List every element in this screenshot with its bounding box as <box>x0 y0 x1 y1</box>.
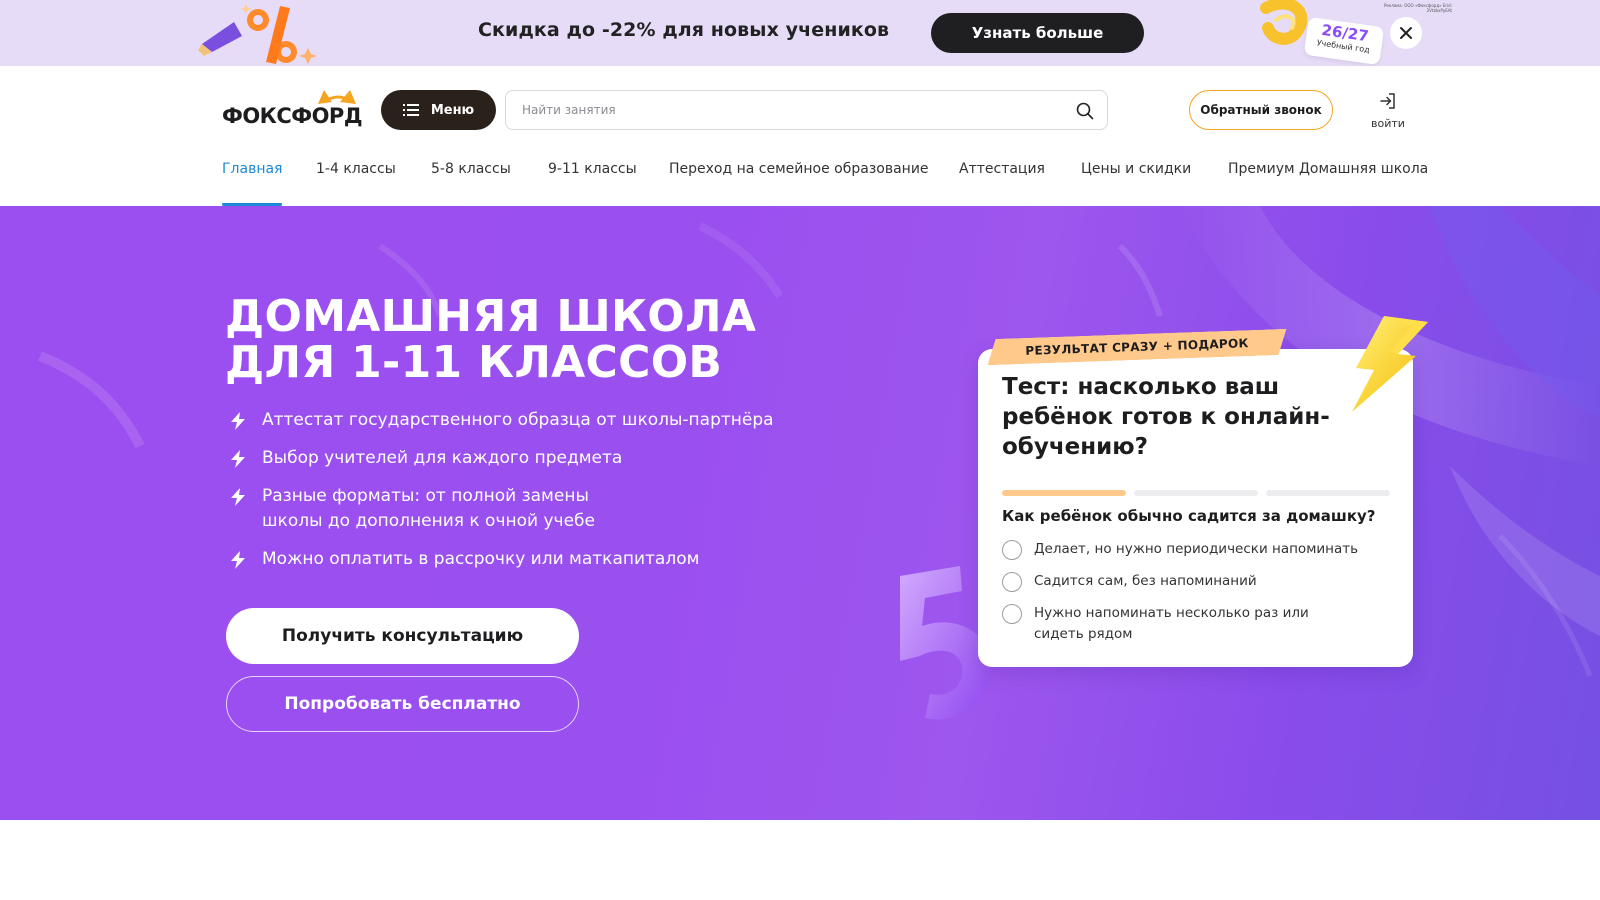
nav-item-grades-5-8[interactable]: 5-8 классы <box>431 160 511 206</box>
lightning-3d-icon <box>1352 316 1428 412</box>
promo-legal-text: Реклама. ООО «Фоксфорд» Erid: 2VtzbxPyEA… <box>1383 3 1452 13</box>
login-icon <box>1380 93 1395 109</box>
hero-features-list: Аттестат государственного образца от шко… <box>228 408 788 585</box>
callback-button[interactable]: Обратный звонок <box>1189 90 1333 130</box>
promo-banner: Скидка до -22% для новых учеников Узнать… <box>0 0 1600 66</box>
feature-item: Можно оплатить в рассрочку или маткапита… <box>228 547 788 572</box>
hamburger-icon <box>402 104 419 116</box>
search-icon[interactable] <box>1075 101 1095 121</box>
login-label: войти <box>1371 117 1405 130</box>
quiz-option-label: Нужно напоминать несколько раз или сидет… <box>1034 605 1309 642</box>
quiz-option-label: Садится сам, без напоминаний <box>1034 573 1257 589</box>
quiz-progress-segment <box>1266 490 1390 496</box>
nav-item-attestation[interactable]: Аттестация <box>959 160 1045 206</box>
nav-item-family-education[interactable]: Переход на семейное образование <box>669 160 929 206</box>
nav-item-prices[interactable]: Цены и скидки <box>1081 160 1191 206</box>
feature-text: Выбор учителей для каждого предмета <box>262 448 623 468</box>
radio-button[interactable] <box>1002 604 1022 624</box>
quiz-option[interactable]: Садится сам, без напоминаний <box>1002 571 1382 592</box>
feature-text: Можно оплатить в рассрочку или маткапита… <box>262 549 700 569</box>
nav-item-premium-school[interactable]: Премиум Домашняя школа <box>1228 160 1428 206</box>
quiz-title: Тест: насколько ваш ребёнок готов к онла… <box>1002 374 1330 460</box>
quiz-option-label: Делает, но нужно периодически напоминать <box>1034 541 1359 557</box>
feature-item: Разные форматы: от полной замены школы д… <box>228 484 648 534</box>
lightning-icon <box>231 412 245 430</box>
quiz-progress-segment <box>1134 490 1258 496</box>
feature-text: Аттестат государственного образца от шко… <box>262 410 774 430</box>
search-box <box>505 90 1108 130</box>
nav-item-grades-9-11[interactable]: 9-11 классы <box>548 160 637 206</box>
logo-text: ФОКСФОРД <box>222 104 363 128</box>
menu-button-label: Меню <box>430 102 475 118</box>
feature-item: Аттестат государственного образца от шко… <box>228 408 788 433</box>
quiz-option[interactable]: Делает, но нужно периодически напоминать <box>1002 539 1382 560</box>
hero-title-line-1: ДОМАШНЯЯ ШКОЛА <box>225 291 757 342</box>
search-input[interactable] <box>522 91 1062 129</box>
promo-text: Скидка до -22% для новых учеников <box>478 19 890 41</box>
lightning-icon <box>231 450 245 468</box>
try-free-button[interactable]: Попробовать бесплатно <box>226 676 579 732</box>
nav-item-main[interactable]: Главная <box>222 160 283 206</box>
lightning-icon <box>231 488 245 506</box>
quiz-question: Как ребёнок обычно садится за домашку? <box>1002 507 1376 525</box>
quiz-progress-bar <box>1002 490 1390 496</box>
promo-learn-more-button[interactable]: Узнать больше <box>931 13 1144 53</box>
promo-close-button[interactable] <box>1390 17 1422 49</box>
radio-button[interactable] <box>1002 540 1022 560</box>
close-icon <box>1400 27 1412 39</box>
hero-section: ДОМАШНЯЯ ШКОЛА ДЛЯ 1-11 КЛАССОВ Аттестат… <box>0 206 1600 820</box>
hero-title: ДОМАШНЯЯ ШКОЛА ДЛЯ 1-11 КЛАССОВ <box>225 294 865 386</box>
hero-title-line-2: ДЛЯ 1-11 КЛАССОВ <box>225 337 723 388</box>
percent-pencil-decoration-icon <box>198 4 317 64</box>
get-consultation-button[interactable]: Получить консультацию <box>226 608 579 664</box>
nav-item-grades-1-4[interactable]: 1-4 классы <box>316 160 396 206</box>
menu-button[interactable]: Меню <box>381 90 496 130</box>
feature-item: Выбор учителей для каждого предмета <box>228 446 788 471</box>
site-header: ФОКСФОРД Меню Обратный звонок войти Глав… <box>0 66 1600 206</box>
quiz-option[interactable]: Нужно напоминать несколько раз или сидет… <box>1002 603 1362 645</box>
login-button[interactable]: войти <box>1366 92 1410 132</box>
feature-text: Разные форматы: от полной замены школы д… <box>262 486 595 531</box>
radio-button[interactable] <box>1002 572 1022 592</box>
foxford-logo[interactable]: ФОКСФОРД <box>222 90 363 128</box>
lightning-icon <box>231 551 245 569</box>
quiz-progress-segment <box>1002 490 1126 496</box>
